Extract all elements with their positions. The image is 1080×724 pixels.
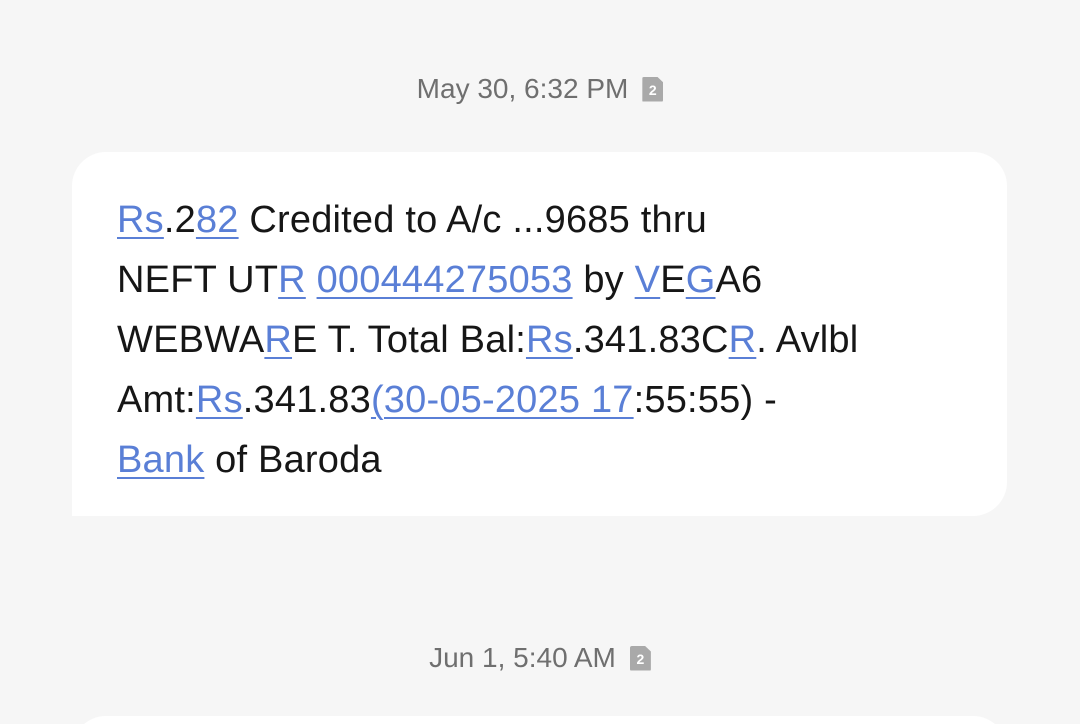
- message-link[interactable]: R: [278, 259, 306, 301]
- message-line: Bank of Baroda: [117, 430, 977, 490]
- message-text-segment: by: [572, 259, 635, 301]
- message-text-segment: WEBWA: [117, 319, 265, 361]
- message-link[interactable]: G: [686, 259, 716, 301]
- message-link[interactable]: R: [729, 319, 757, 361]
- message-timestamp: Jun 1, 5:40 AM 2: [0, 640, 1080, 676]
- message-link[interactable]: V: [635, 259, 661, 301]
- timestamp-text: Jun 1, 5:40 AM: [429, 642, 616, 673]
- message-line: Rs.282 Credited to A/c ...9685 thru: [117, 190, 977, 250]
- message-text-segment: .2: [163, 199, 196, 241]
- message-link[interactable]: 000444275053: [317, 259, 573, 301]
- message-text-segment: .341.83: [242, 379, 371, 421]
- message-text-segment: [306, 259, 317, 301]
- next-message-bubble[interactable]: [72, 716, 1007, 724]
- message-link[interactable]: R: [264, 319, 292, 361]
- message-text-segment: NEFT UT: [117, 259, 279, 301]
- timestamp-text: May 30, 6:32 PM: [416, 73, 629, 104]
- message-link[interactable]: (30-05-2025 17: [371, 379, 634, 421]
- message-text-segment: A6: [715, 259, 763, 301]
- message-text-segment: .341.83C: [572, 319, 729, 361]
- message-line: NEFT UTR 000444275053 by VEGA6: [117, 250, 977, 310]
- message-text-segment: of Baroda: [204, 439, 382, 481]
- message-text-segment: E T. Total Bal:: [292, 319, 526, 361]
- message-text-segment: :55:55) -: [633, 379, 777, 421]
- message-link[interactable]: Rs: [117, 199, 164, 241]
- message-link[interactable]: Bank: [117, 439, 204, 481]
- message-text-segment: . Avlbl: [756, 319, 859, 361]
- message-text: Rs.282 Credited to A/c ...9685 thru NEFT …: [117, 190, 977, 490]
- message-line: WEBWARE T. Total Bal:Rs.341.83CR. Avlbl: [117, 310, 977, 370]
- message-thread: May 30, 6:32 PM 2 Rs.282 Credited to A/c…: [0, 0, 1080, 724]
- message-link[interactable]: Rs: [196, 379, 243, 421]
- message-link[interactable]: 82: [196, 199, 239, 241]
- sim-2-icon: 2: [629, 645, 651, 671]
- message-link[interactable]: Rs: [526, 319, 573, 361]
- message-timestamp: May 30, 6:32 PM 2: [0, 71, 1080, 107]
- message-text-segment: Amt:: [117, 379, 196, 421]
- message-line: Amt:Rs.341.83(30-05-2025 17:55:55) -: [117, 370, 977, 430]
- sim-2-icon: 2: [642, 76, 664, 102]
- message-text-segment: E: [660, 259, 686, 301]
- message-text-segment: Credited to A/c ...9685 thru: [238, 199, 708, 241]
